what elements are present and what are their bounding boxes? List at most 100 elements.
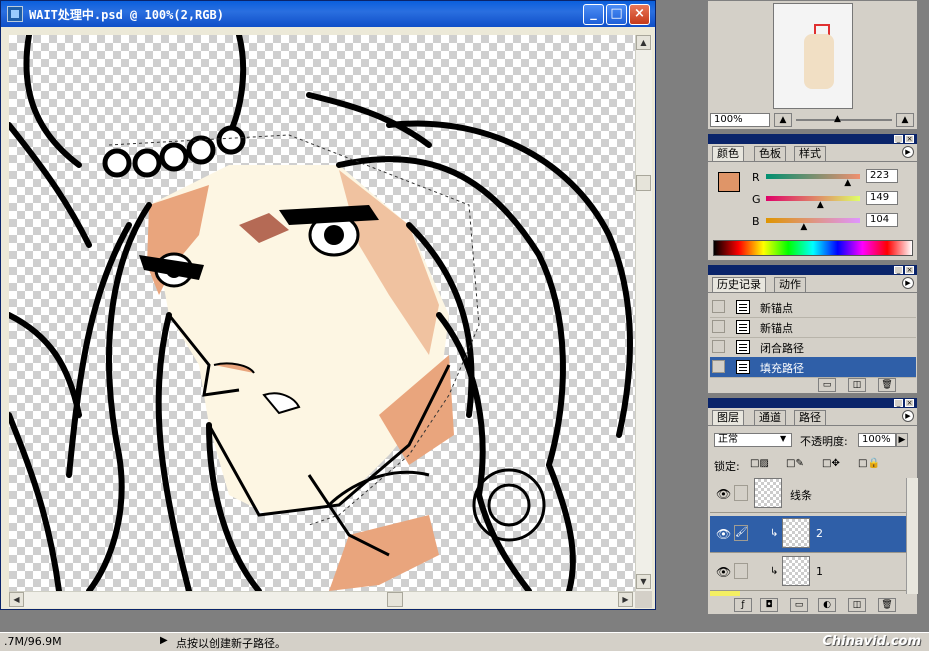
lock-transparency-icon[interactable]: □▨ xyxy=(750,458,769,469)
channel-g-value[interactable]: 149 xyxy=(866,191,898,205)
channel-b-slider[interactable] xyxy=(766,218,860,223)
color-panel-tabs: 颜色 色板 样式 xyxy=(708,145,917,162)
chevron-down-icon[interactable]: ▼ xyxy=(780,434,786,443)
history-item-selected[interactable]: 填充路径 xyxy=(710,357,916,378)
history-step-icon xyxy=(736,340,750,354)
horizontal-scroll-thumb[interactable] xyxy=(387,592,403,607)
resize-corner[interactable] xyxy=(635,591,652,608)
panel-close-icon[interactable]: × xyxy=(905,266,914,274)
tab-channels[interactable]: 通道 xyxy=(754,410,786,425)
brush-icon[interactable]: 🖌 xyxy=(734,525,748,541)
history-item-label: 新锚点 xyxy=(760,302,793,315)
history-checkbox[interactable] xyxy=(712,360,725,373)
color-spectrum-bar[interactable] xyxy=(713,240,913,256)
scroll-up-icon[interactable]: ▲ xyxy=(636,35,651,50)
layers-panel-header[interactable]: _ × xyxy=(708,398,917,408)
channel-g-slider-thumb[interactable]: ▲ xyxy=(817,200,824,210)
history-item-label: 填充路径 xyxy=(760,362,804,375)
panel-close-icon[interactable]: × xyxy=(905,399,914,407)
zoom-out-icon[interactable]: ▲ xyxy=(774,113,792,127)
layer-mask-icon[interactable]: ◘ xyxy=(760,598,778,612)
opacity-field[interactable]: 100% xyxy=(858,433,896,447)
trash-icon[interactable]: 🗑 xyxy=(878,378,896,392)
close-button[interactable]: × xyxy=(629,4,650,25)
color-panel-header[interactable]: _ × xyxy=(708,134,917,144)
panel-minimize-icon[interactable]: _ xyxy=(894,135,903,143)
tab-styles[interactable]: 样式 xyxy=(794,146,826,161)
channel-r-slider-thumb[interactable]: ▲ xyxy=(844,178,851,188)
layer-thumbnail xyxy=(782,518,810,548)
history-checkbox[interactable] xyxy=(712,300,725,313)
scroll-down-icon[interactable]: ▼ xyxy=(636,574,651,589)
layer-name: 1 xyxy=(816,565,823,578)
eye-icon[interactable]: 👁 xyxy=(716,565,731,579)
new-snapshot-icon[interactable]: ◫ xyxy=(848,378,866,392)
panel-menu-icon[interactable]: ▶ xyxy=(902,146,914,158)
lock-position-icon[interactable]: □✥ xyxy=(822,458,840,469)
tab-layers[interactable]: 图层 xyxy=(712,410,744,425)
photoshop-icon xyxy=(7,6,23,22)
channel-b-slider-thumb[interactable]: ▲ xyxy=(800,222,807,232)
history-item[interactable]: 新锚点 xyxy=(710,297,916,318)
history-checkbox[interactable] xyxy=(712,320,725,333)
zoom-field[interactable]: 100% xyxy=(710,113,770,127)
history-checkbox[interactable] xyxy=(712,340,725,353)
tab-color[interactable]: 颜色 xyxy=(712,146,744,161)
channel-g-slider[interactable] xyxy=(766,196,860,201)
layer-link-box[interactable] xyxy=(734,563,748,579)
color-panel: _ × 颜色 色板 样式 ▶ R ▲ 223 G ▲ 149 B ▲ 104 xyxy=(707,133,918,261)
document-title-bar[interactable]: WAIT处理中.psd @ 100%(2,RGB) _ □ × xyxy=(1,1,655,27)
panel-minimize-icon[interactable]: _ xyxy=(894,266,903,274)
vertical-scroll-thumb[interactable] xyxy=(636,175,651,191)
trash-icon[interactable]: 🗑 xyxy=(878,598,896,612)
channel-b-value[interactable]: 104 xyxy=(866,213,898,227)
layer-row[interactable]: 👁 线条 xyxy=(710,476,906,513)
zoom-in-icon[interactable]: ▲ xyxy=(896,113,914,127)
tab-swatches[interactable]: 色板 xyxy=(754,146,786,161)
panel-close-icon[interactable]: × xyxy=(905,135,914,143)
horizontal-scrollbar[interactable]: ◀ ▶ xyxy=(9,591,635,608)
zoom-slider[interactable] xyxy=(796,119,892,121)
manga-artwork xyxy=(9,35,633,591)
zoom-slider-thumb-icon[interactable]: ▲ xyxy=(834,114,841,124)
new-document-from-state-icon[interactable]: ▭ xyxy=(818,378,836,392)
scroll-left-icon[interactable]: ◀ xyxy=(9,592,24,607)
navigator-thumbnail-figure xyxy=(804,34,834,89)
panel-menu-icon[interactable]: ▶ xyxy=(902,410,914,422)
maximize-button[interactable]: □ xyxy=(606,4,627,25)
new-layer-icon[interactable]: ◫ xyxy=(848,598,866,612)
history-panel-header[interactable]: _ × xyxy=(708,265,917,275)
layer-link-box[interactable] xyxy=(734,485,748,501)
status-menu-arrow-icon[interactable]: ▶ xyxy=(160,635,168,646)
document-window: WAIT处理中.psd @ 100%(2,RGB) _ □ × ▲ ▼ ◀ ▶ xyxy=(0,0,656,610)
lock-all-icon[interactable]: □🔒 xyxy=(858,458,880,469)
layer-thumbnail xyxy=(782,556,810,586)
minimize-button[interactable]: _ xyxy=(583,4,604,25)
panel-menu-icon[interactable]: ▶ xyxy=(902,277,914,289)
eye-icon[interactable]: 👁 xyxy=(716,527,731,541)
tab-paths[interactable]: 路径 xyxy=(794,410,826,425)
adjustment-layer-icon[interactable]: ◐ xyxy=(818,598,836,612)
layers-scrollbar[interactable] xyxy=(906,478,918,594)
tab-history[interactable]: 历史记录 xyxy=(712,277,766,292)
panel-minimize-icon[interactable]: _ xyxy=(894,399,903,407)
layer-name: 线条 xyxy=(790,489,812,502)
lock-image-icon[interactable]: □✎ xyxy=(786,458,804,469)
memory-readout[interactable]: .7M/96.9M xyxy=(4,635,62,648)
layer-style-icon[interactable]: ƒ xyxy=(734,598,752,612)
image-canvas[interactable] xyxy=(9,35,635,591)
opacity-arrow-icon[interactable]: ▶ xyxy=(896,433,908,447)
eye-icon[interactable]: 👁 xyxy=(716,487,731,501)
navigator-preview[interactable] xyxy=(773,3,853,109)
history-step-icon xyxy=(736,320,750,334)
history-item[interactable]: 闭合路径 xyxy=(710,337,916,358)
new-set-icon[interactable]: ▭ xyxy=(790,598,808,612)
foreground-color-swatch[interactable] xyxy=(718,172,740,192)
vertical-scrollbar[interactable]: ▲ ▼ xyxy=(635,35,652,591)
layer-row-selected[interactable]: 👁 🖌 ↳ 2 xyxy=(710,516,906,553)
layer-row[interactable]: 👁 ↳ 1 xyxy=(710,554,906,591)
channel-r-value[interactable]: 223 xyxy=(866,169,898,183)
tab-actions[interactable]: 动作 xyxy=(774,277,806,292)
scroll-right-icon[interactable]: ▶ xyxy=(618,592,633,607)
history-item[interactable]: 新锚点 xyxy=(710,317,916,338)
